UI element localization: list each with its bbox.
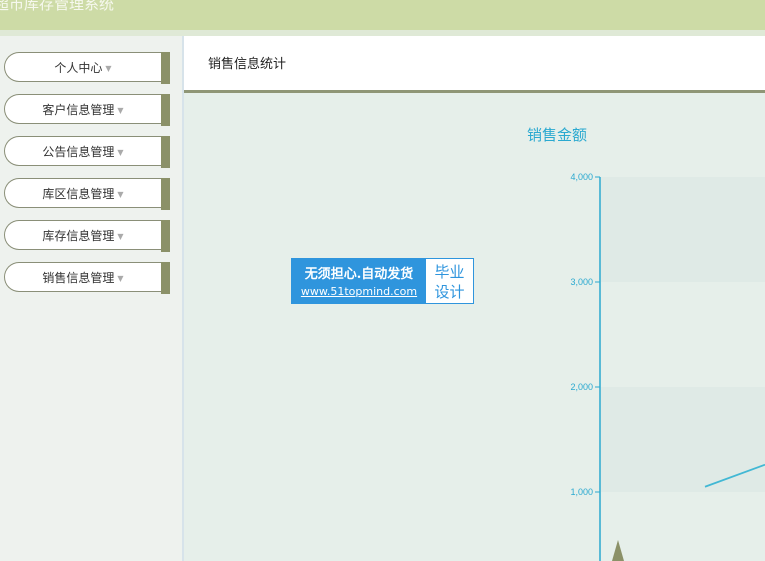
y-tick-label: 1,000	[570, 487, 593, 497]
y-tick-label: 2,000	[570, 382, 593, 392]
y-tick-label: 4,000	[570, 172, 593, 182]
watermark-link[interactable]: www.51topmind.com	[292, 285, 426, 298]
series-area	[612, 540, 624, 561]
watermark-tag-bottom: 设计	[434, 283, 465, 301]
y-tick-label: 3,000	[570, 277, 593, 287]
watermark-slogan: 无须担心.自动发货	[304, 267, 414, 282]
grid-band	[601, 177, 765, 282]
grid-band	[601, 387, 765, 492]
watermark-tag-top: 毕业	[434, 263, 465, 281]
watermark-banner[interactable]: 无须担心.自动发货 www.51topmind.com 毕业 设计	[291, 258, 474, 304]
